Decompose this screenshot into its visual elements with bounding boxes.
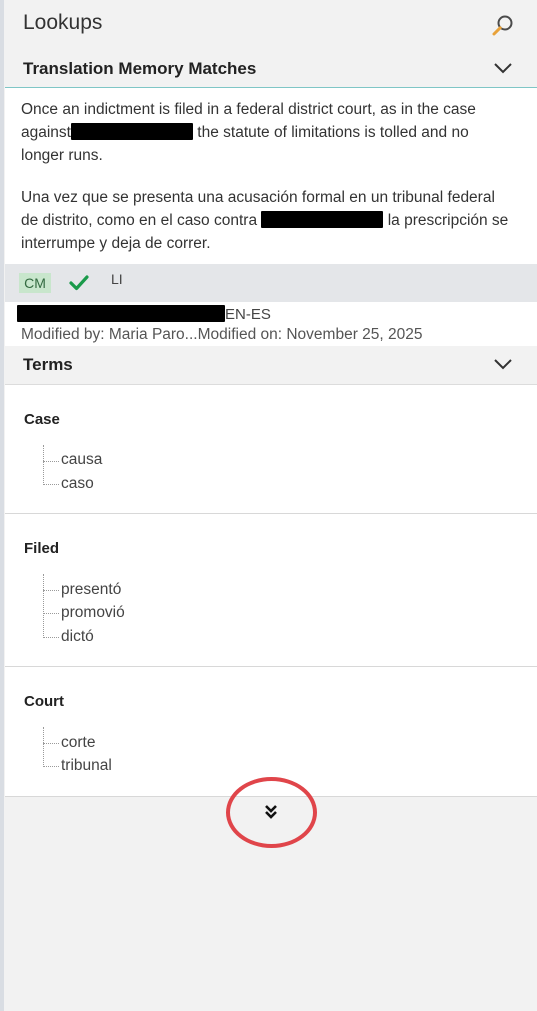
term-translation[interactable]: corte — [61, 734, 95, 752]
chevron-down-icon[interactable] — [491, 354, 515, 374]
redaction — [261, 211, 384, 228]
term-translation[interactable]: promovió — [61, 604, 125, 622]
term-translation[interactable]: dictó — [61, 628, 94, 646]
chevron-down-icon[interactable] — [491, 58, 515, 78]
lookups-header: Lookups — [5, 0, 537, 50]
li-label: LI — [111, 271, 123, 287]
tree-line — [43, 743, 59, 744]
term-translation[interactable]: presentó — [61, 581, 121, 599]
tm-section-title: Translation Memory Matches — [23, 59, 257, 78]
terms-section-header[interactable]: Terms — [5, 346, 537, 385]
term-translation[interactable]: caso — [61, 475, 94, 493]
lang-pair: EN-ES — [225, 306, 271, 323]
tree-line — [43, 461, 59, 462]
term-heading: Filed — [24, 540, 60, 557]
tm-match[interactable]: Once an indictment is filed in a federal… — [5, 88, 537, 264]
term-heading: Court — [24, 693, 64, 710]
tm-source-text: Once an indictment is filed in a federal… — [21, 98, 511, 167]
show-more-chevron-icon[interactable] — [260, 802, 282, 822]
term-translation[interactable]: causa — [61, 451, 102, 469]
tree-line — [43, 574, 44, 638]
term-group-case: Case causa caso — [5, 385, 537, 514]
modified-by: Modified by: Maria Paro... — [21, 326, 198, 343]
tm-match-meta: EN-ES Modified by: Maria Paro...Modified… — [5, 302, 537, 346]
tree-line — [43, 484, 59, 485]
check-icon — [69, 274, 89, 292]
tm-section-header[interactable]: Translation Memory Matches — [5, 50, 537, 88]
tree-line — [43, 766, 59, 767]
term-group-filed: Filed presentó promovió dictó — [5, 514, 537, 667]
lookups-panel: Lookups Translation Memory Matches Once … — [5, 0, 537, 1011]
redaction — [17, 305, 225, 322]
modified-line: Modified by: Maria Paro...Modified on: N… — [21, 326, 423, 344]
tm-target-text: Una vez que se presenta una acusación fo… — [21, 186, 511, 255]
tree-line — [43, 590, 59, 591]
tree-line — [43, 613, 59, 614]
term-group-court: Court corte tribunal — [5, 667, 537, 797]
terms-section-title: Terms — [23, 355, 73, 374]
search-icon[interactable] — [489, 12, 517, 40]
term-heading: Case — [24, 411, 60, 428]
lang-pair-line: EN-ES — [17, 305, 271, 323]
term-translation[interactable]: tribunal — [61, 757, 112, 775]
redaction — [70, 123, 193, 140]
tm-match-toolbar: CM LI — [5, 264, 537, 302]
modified-on: Modified on: November 25, 2025 — [197, 326, 423, 343]
cm-badge: CM — [19, 273, 51, 293]
left-border — [0, 0, 4, 1011]
tree-line — [43, 727, 44, 767]
panel-title: Lookups — [23, 11, 103, 34]
tree-line — [43, 445, 44, 485]
tree-line — [43, 637, 59, 638]
